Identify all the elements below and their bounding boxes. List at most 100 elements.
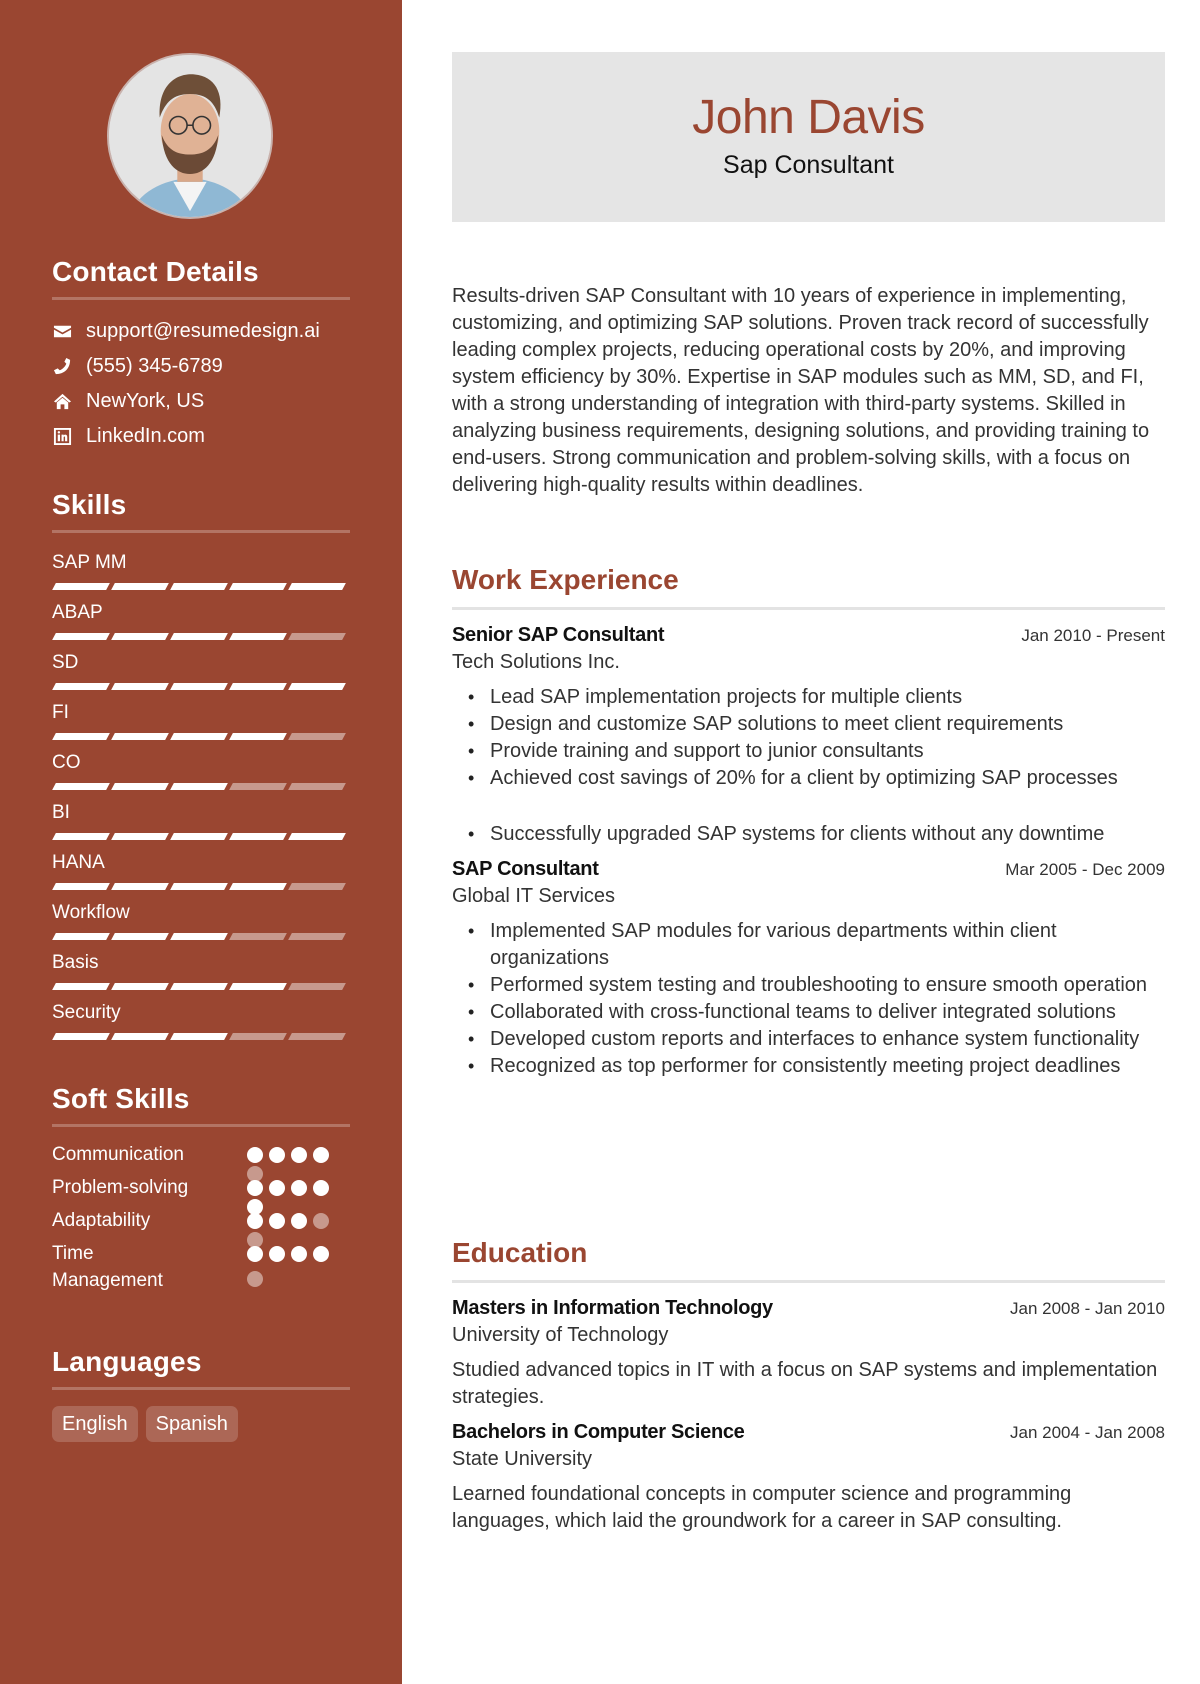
language-chip: Spanish [145,1406,238,1442]
skill-segment-filled [111,583,169,590]
skill-segment-filled [111,633,169,640]
skill-segment-filled [229,833,287,840]
soft-skill-item: Problem-solving [52,1174,350,1215]
degree-title: Masters in Information Technology [452,1297,773,1319]
skill-segment-filled [52,583,110,590]
skill-name: ABAP [52,602,103,623]
rating-dot-filled [247,1246,263,1262]
rating-dot-filled [269,1180,285,1196]
experience-list: Senior SAP Consultant Jan 2010 - Present T… [452,622,1165,1080]
skill-level-bar [52,733,350,740]
skill-segment-empty [288,983,346,990]
candidate-title: Sap Consultant [723,151,894,179]
responsibility-item: Successfully upgraded SAP systems for cl… [452,821,1165,848]
contact-linkedin-text: LinkedIn.com [86,425,205,447]
skill-item: SD [52,651,350,701]
skill-segment-filled [170,783,228,790]
entry-header: Senior SAP Consultant Jan 2010 - Present [452,622,1165,649]
skill-name: SAP MM [52,552,127,573]
responsibility-item: Provide training and support to junior c… [452,738,1165,765]
experience-entry: Senior SAP Consultant Jan 2010 - Present T… [452,622,1165,848]
soft-skill-item: Communication [52,1141,350,1182]
soft-skills-heading: Soft Skills [52,1083,190,1114]
skill-segment-filled [229,683,287,690]
education-entry: Masters in Information Technology Jan 200… [452,1295,1165,1411]
skill-name: HANA [52,852,105,873]
skill-segment-filled [111,933,169,940]
rating-dot-filled [291,1246,307,1262]
entry-header: SAP Consultant Mar 2005 - Dec 2009 [452,856,1165,883]
contact-email[interactable]: support@resumedesign.ai [52,314,350,349]
skill-segment-filled [52,933,110,940]
language-chip: English [52,1406,138,1442]
profile-summary: Results-driven SAP Consultant with 10 ye… [452,285,1150,496]
contact-list: support@resumedesign.ai (555) 345-6789 N… [52,314,350,454]
skill-name: FI [52,702,69,723]
skill-level-bar [52,933,350,940]
divider [452,607,1165,610]
soft-skill-rating [247,1207,331,1248]
skill-segment-filled [170,733,228,740]
soft-skill-name: Time Management [52,1243,163,1291]
contact-linkedin[interactable]: LinkedIn.com [52,419,350,454]
skill-segment-filled [111,833,169,840]
skill-level-bar [52,583,350,590]
home-icon [52,392,72,412]
skill-segment-filled [52,883,110,890]
sidebar: Contact Details support@resumedesign.ai … [0,0,402,1684]
institution-name: State University [452,1448,593,1470]
education-dates: Jan 2004 - Jan 2008 [1009,1423,1165,1442]
languages-list: English Spanish [52,1406,350,1442]
responsibilities-list: Lead SAP implementation projects for mul… [452,684,1165,848]
languages-section: Languages English Spanish [52,1345,350,1442]
languages-heading: Languages [52,1346,202,1377]
responsibilities-list: Implemented SAP modules for various depa… [452,918,1165,1080]
skill-segment-filled [52,683,110,690]
resume-header: John Davis Sap Consultant [452,52,1165,222]
soft-skill-name: Adaptability [52,1210,151,1231]
skill-item: ABAP [52,601,350,651]
contact-phone[interactable]: (555) 345-6789 [52,349,350,384]
skill-segment-filled [288,833,346,840]
job-title: SAP Consultant [452,858,599,880]
contact-heading: Contact Details [52,256,259,287]
linkedin-icon [52,427,72,447]
skill-segment-filled [170,683,228,690]
skill-segment-empty [288,883,346,890]
soft-skill-name: Problem-solving [52,1177,189,1198]
job-dates: Jan 2010 - Present [1021,626,1165,645]
contact-location-text: NewYork, US [86,390,205,412]
skill-item: Basis [52,951,350,1001]
skill-segment-filled [52,783,110,790]
skill-item: Workflow [52,901,350,951]
skill-name: Workflow [52,902,130,923]
avatar-illustration [109,55,271,217]
contact-email-text: support@resumedesign.ai [86,320,320,342]
candidate-name: John Davis [692,91,925,144]
skill-segment-filled [111,783,169,790]
skill-level-bar [52,683,350,690]
skill-segment-filled [170,1033,228,1040]
skill-segment-filled [52,1033,110,1040]
responsibility-item: Achieved cost savings of 20% for a clien… [452,765,1165,792]
soft-skill-item: Adaptability [52,1207,350,1248]
skill-segment-empty [229,933,287,940]
responsibility-item: Developed custom reports and interfaces … [452,1026,1165,1053]
skill-segment-filled [111,1033,169,1040]
divider [52,1124,350,1127]
skill-item: Security [52,1001,350,1051]
rating-dot-filled [291,1213,307,1229]
divider [52,1387,350,1390]
skill-segment-filled [170,933,228,940]
skill-segment-filled [111,683,169,690]
soft-skill-rating [247,1174,331,1215]
work-experience-section: Work Experience Senior SAP Consultant Jan… [452,563,1165,1080]
institution-name: University of Technology [452,1324,669,1346]
skill-segment-empty [288,1033,346,1040]
entry-header: Masters in Information Technology Jan 200… [452,1295,1165,1322]
skill-name: BI [52,802,70,823]
education-entry: Bachelors in Computer Science Jan 2004 - … [452,1419,1165,1535]
skill-segment-filled [52,633,110,640]
skill-segment-filled [288,583,346,590]
skill-item: BI [52,801,350,851]
